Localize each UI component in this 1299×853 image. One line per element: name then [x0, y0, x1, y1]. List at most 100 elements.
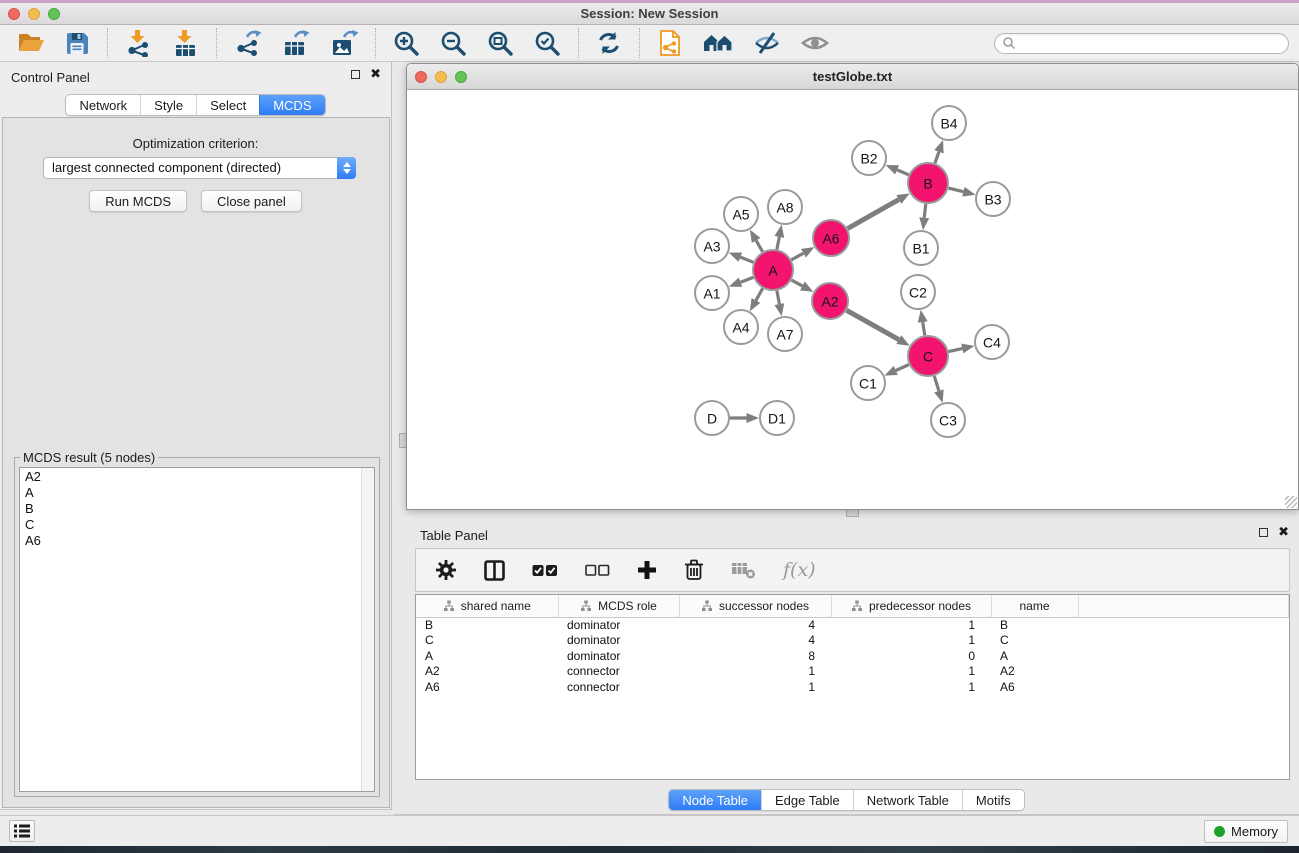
add-column-icon[interactable]: [637, 560, 657, 580]
table-cell[interactable]: dominator: [558, 648, 679, 664]
table-cell[interactable]: A6: [416, 679, 558, 695]
deselect-all-icon[interactable]: [585, 563, 610, 578]
network-window-titlebar[interactable]: testGlobe.txt: [407, 64, 1298, 90]
table-cell[interactable]: 1: [831, 633, 991, 649]
zoom-in-icon[interactable]: [393, 30, 420, 57]
table-cell[interactable]: C: [991, 633, 1078, 649]
float-panel-icon[interactable]: [351, 70, 360, 79]
table-cell[interactable]: 1: [679, 664, 831, 680]
table-cell[interactable]: 8: [679, 648, 831, 664]
import-table-icon[interactable]: [172, 29, 199, 57]
select-all-icon[interactable]: [532, 563, 558, 578]
save-session-icon[interactable]: [65, 31, 90, 56]
table-cell[interactable]: A2: [416, 664, 558, 680]
column-header[interactable]: predecessor nodes: [831, 595, 991, 617]
graph-edge-A-A6[interactable]: [791, 253, 803, 260]
graph-node-C3[interactable]: C3: [931, 403, 965, 437]
tab-edge-table[interactable]: Edge Table: [761, 790, 853, 810]
network-canvas[interactable]: B4B2BB3A5A8A6A3B1AC2A1A2A4A7CC4C1C3DD1: [407, 90, 1298, 509]
table-cell[interactable]: 4: [679, 617, 831, 633]
graph-edge-C-C2[interactable]: [923, 322, 925, 335]
graph-node-A6[interactable]: A6: [813, 220, 849, 256]
table-row[interactable]: Bdominator41B: [416, 617, 1289, 633]
criterion-dropdown[interactable]: largest connected component (directed): [43, 157, 356, 179]
graph-node-B[interactable]: B: [908, 163, 948, 203]
zoom-selected-icon[interactable]: [534, 30, 561, 57]
graph-edge-A-A8[interactable]: [777, 237, 779, 249]
tab-mcds[interactable]: MCDS: [259, 95, 324, 115]
table-cell[interactable]: 1: [831, 679, 991, 695]
column-header[interactable]: successor nodes: [679, 595, 831, 617]
list-item[interactable]: A: [20, 484, 374, 500]
table-cell[interactable]: C: [416, 633, 558, 649]
graph-edge-A6-B[interactable]: [848, 200, 899, 229]
graph-edge-A-A4[interactable]: [756, 288, 763, 300]
graph-node-C4[interactable]: C4: [975, 325, 1009, 359]
graph-edge-C-C3[interactable]: [934, 376, 939, 391]
graph-edge-A-A5[interactable]: [756, 240, 762, 251]
graph-node-B2[interactable]: B2: [852, 141, 886, 175]
table-row[interactable]: Cdominator41C: [416, 633, 1289, 649]
graph-node-C2[interactable]: C2: [901, 275, 935, 309]
graph-edge-B-B2[interactable]: [897, 170, 909, 175]
graph-edge-C-C1[interactable]: [896, 365, 909, 371]
graph-node-B3[interactable]: B3: [976, 182, 1010, 216]
gear-icon[interactable]: [435, 559, 457, 581]
table-cell[interactable]: connector: [558, 679, 679, 695]
table-cell[interactable]: A6: [991, 679, 1078, 695]
graph-node-A4[interactable]: A4: [724, 310, 758, 344]
graph-node-A8[interactable]: A8: [768, 190, 802, 224]
list-item[interactable]: A6: [20, 532, 374, 548]
graph-edge-B-B3[interactable]: [948, 188, 963, 192]
graph-node-A5[interactable]: A5: [724, 197, 758, 231]
graph-node-A7[interactable]: A7: [768, 317, 802, 351]
column-header[interactable]: shared name: [416, 595, 558, 617]
close-panel-button[interactable]: Close panel: [201, 190, 302, 212]
export-image-icon[interactable]: [330, 29, 358, 57]
table-row[interactable]: A6connector11A6: [416, 679, 1289, 695]
first-neighbors-icon[interactable]: [703, 30, 733, 56]
table-cell[interactable]: connector: [558, 664, 679, 680]
hide-selected-icon[interactable]: [753, 30, 781, 56]
float-panel-icon[interactable]: [1259, 528, 1268, 537]
mcds-result-list[interactable]: A2ABCA6: [19, 467, 375, 792]
graph-node-A1[interactable]: A1: [695, 276, 729, 310]
list-item[interactable]: C: [20, 516, 374, 532]
graph-node-D[interactable]: D: [695, 401, 729, 435]
table-cell[interactable]: 4: [679, 633, 831, 649]
table-cell[interactable]: 1: [679, 679, 831, 695]
table-cell[interactable]: A2: [991, 664, 1078, 680]
search-input[interactable]: [1016, 36, 1288, 50]
memory-button[interactable]: Memory: [1204, 820, 1288, 843]
close-panel-icon[interactable]: ✖: [1278, 527, 1289, 537]
graph-edge-C-C4[interactable]: [949, 349, 963, 352]
table-cell[interactable]: 1: [831, 617, 991, 633]
graph-node-B1[interactable]: B1: [904, 231, 938, 265]
refresh-layout-icon[interactable]: [596, 30, 622, 56]
table-row[interactable]: A2connector11A2: [416, 664, 1289, 680]
table-row[interactable]: Adominator80A: [416, 648, 1289, 664]
search-box[interactable]: [994, 33, 1289, 54]
export-network-icon[interactable]: [234, 29, 262, 57]
table-cell[interactable]: 1: [831, 664, 991, 680]
graph-edge-A-A3[interactable]: [740, 257, 753, 262]
task-history-button[interactable]: [9, 820, 35, 842]
graph-node-A[interactable]: A: [753, 250, 793, 290]
graph-node-A3[interactable]: A3: [695, 229, 729, 263]
column-header[interactable]: name: [991, 595, 1078, 617]
graph-edge-B-B4[interactable]: [935, 152, 939, 163]
zoom-fit-icon[interactable]: [487, 30, 514, 57]
column-header[interactable]: MCDS role: [558, 595, 679, 617]
graph-node-B4[interactable]: B4: [932, 106, 966, 140]
graph-edge-A-A7[interactable]: [777, 291, 780, 304]
graph-node-D1[interactable]: D1: [760, 401, 794, 435]
table-cell[interactable]: dominator: [558, 633, 679, 649]
run-mcds-button[interactable]: Run MCDS: [89, 190, 187, 212]
delete-column-icon[interactable]: [684, 559, 704, 581]
table-cell[interactable]: dominator: [558, 617, 679, 633]
graph-edge-B-B1[interactable]: [924, 204, 925, 218]
close-panel-icon[interactable]: ✖: [370, 69, 381, 79]
graph-edge-A-A2[interactable]: [791, 280, 802, 286]
show-all-icon[interactable]: [801, 32, 829, 54]
scrollbar-track[interactable]: [361, 468, 374, 791]
